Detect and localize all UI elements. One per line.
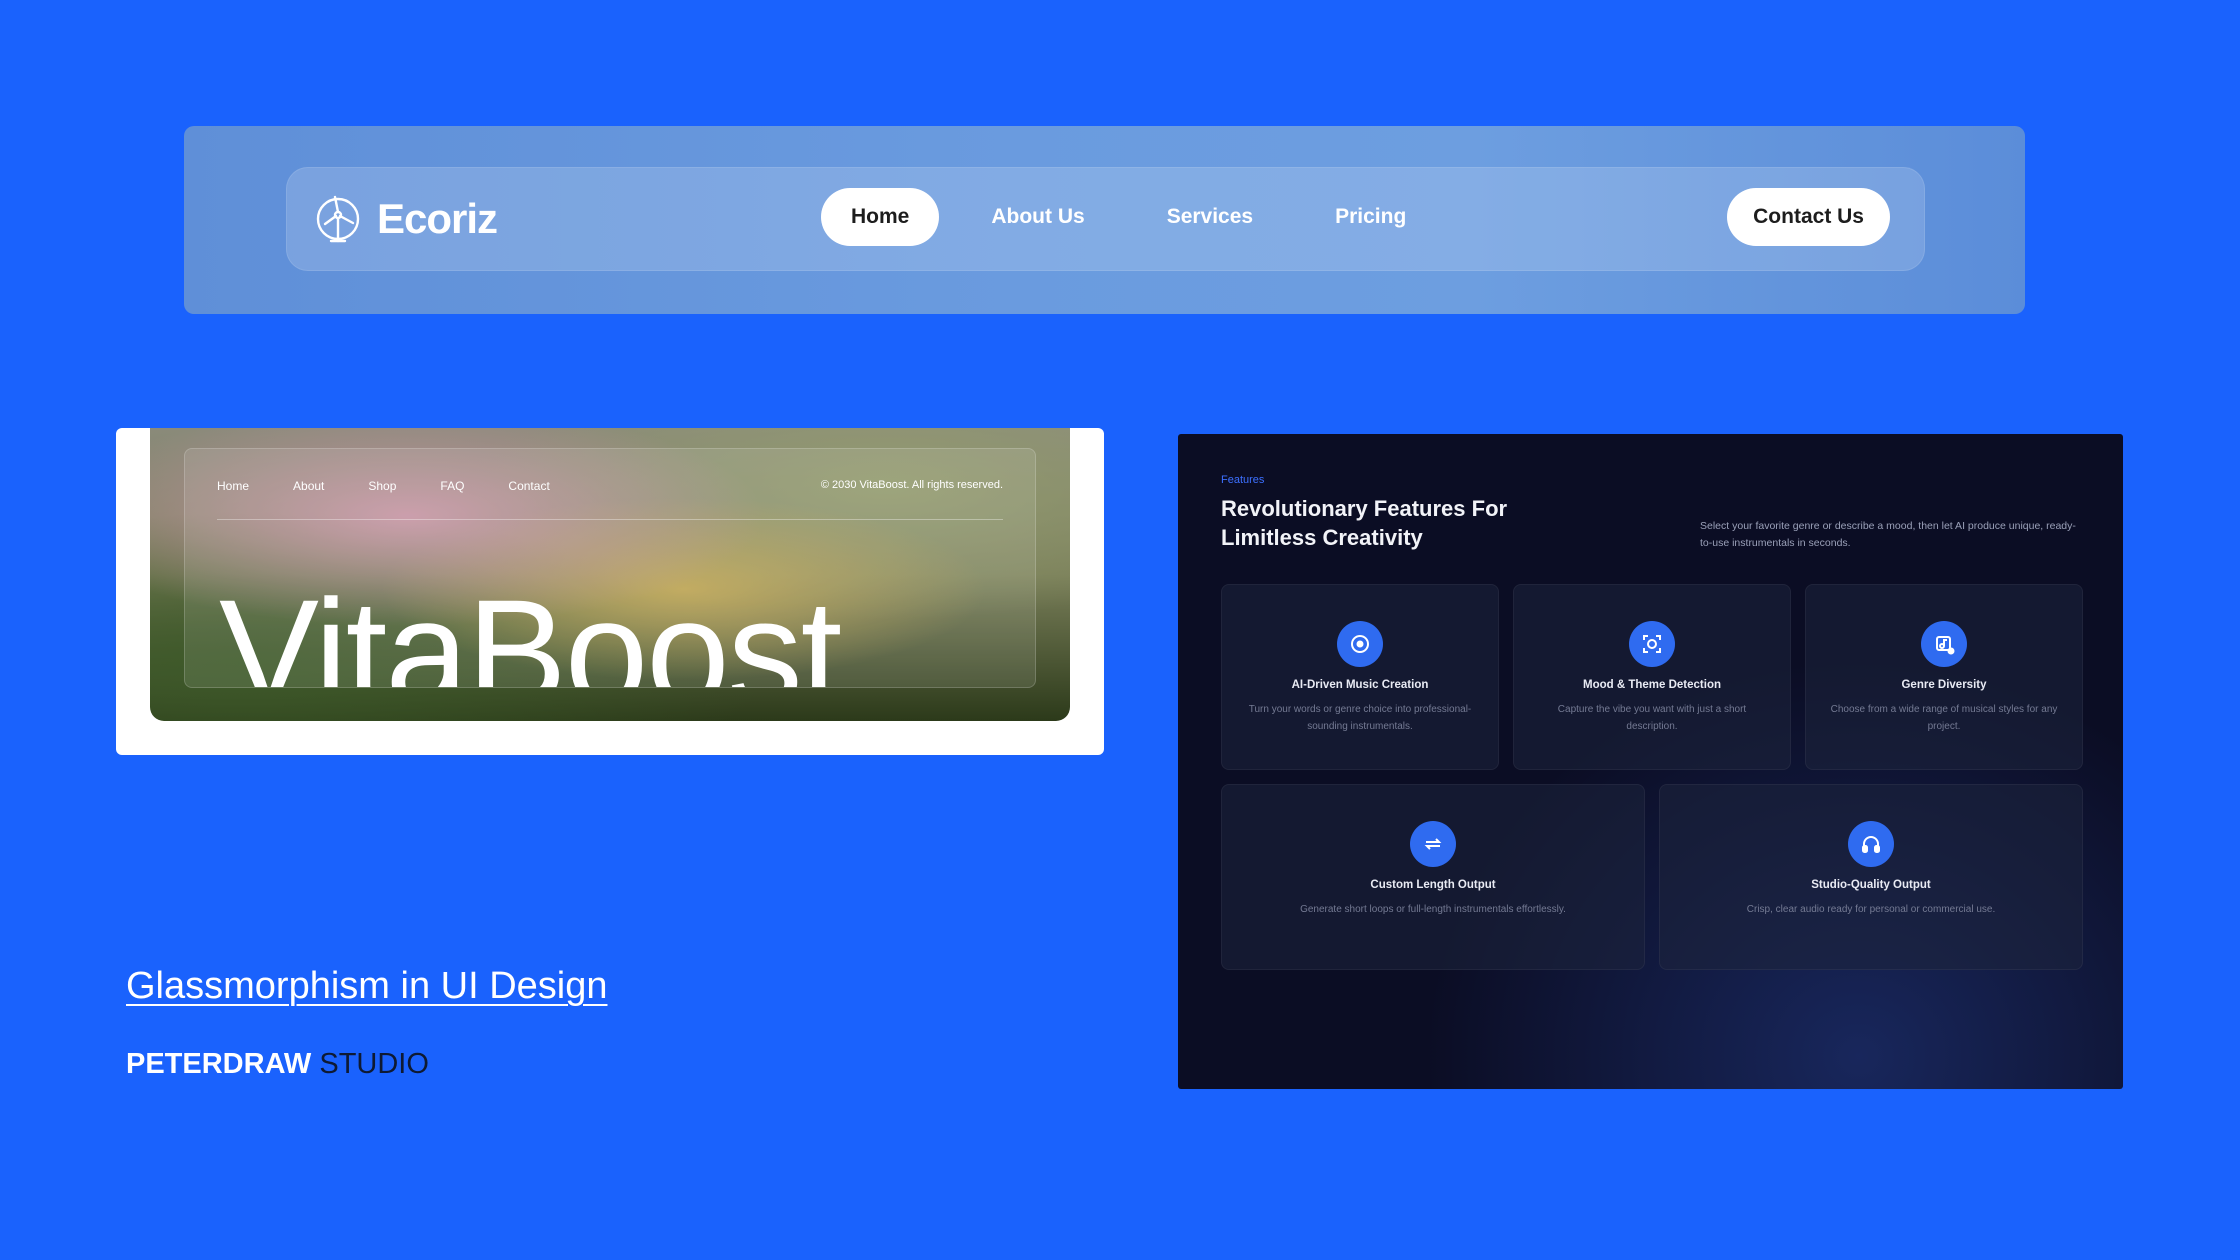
music-library-icon <box>1921 621 1967 667</box>
feature-title: Mood & Theme Detection <box>1582 679 1721 691</box>
features-description: Select your favorite genre or describe a… <box>1700 520 2076 549</box>
feature-description: Turn your words or genre choice into pro… <box>1248 704 1472 732</box>
nav-link-about-us[interactable]: About Us <box>961 188 1114 246</box>
vitaboost-hero-image: Home About Shop FAQ Contact © 2030 VitaB… <box>150 428 1070 721</box>
feature-description: Crisp, clear audio ready for personal or… <box>1746 904 1996 915</box>
feature-description: Generate short loops or full-length inst… <box>1300 904 1566 915</box>
features-title: Revolutionary Features For Limitless Cre… <box>1221 496 1508 550</box>
vitaboost-nav-contact[interactable]: Contact <box>508 479 549 493</box>
vitaboost-nav-shop[interactable]: Shop <box>368 479 396 493</box>
studio-name: PETERDRAW <box>126 1048 312 1080</box>
vitaboost-copyright: © 2030 VitaBoost. All rights reserved. <box>820 479 1003 491</box>
vitaboost-title: VitaBoost <box>219 568 842 688</box>
brand[interactable]: Ecoriz <box>313 193 498 245</box>
nav-link-pricing[interactable]: Pricing <box>1305 188 1436 246</box>
vitaboost-nav-faq[interactable]: FAQ <box>440 479 464 493</box>
ecoriz-navbar-preview: Ecoriz Home About Us Services Pricing Co… <box>184 126 2025 314</box>
features-eyebrow: Features <box>1221 474 1265 486</box>
navbar: Ecoriz Home About Us Services Pricing Co… <box>286 167 1925 271</box>
vitaboost-nav: Home About Shop FAQ Contact <box>217 479 594 493</box>
vitaboost-glass-panel: Home About Shop FAQ Contact © 2030 VitaB… <box>184 448 1036 688</box>
feature-card[interactable]: Studio-Quality Output Crisp, clear audio… <box>1659 784 2083 970</box>
feature-title: Studio-Quality Output <box>1811 879 1931 891</box>
feature-title: AI-Driven Music Creation <box>1291 679 1429 691</box>
nav-links: Home About Us Services Pricing <box>821 188 1458 246</box>
vitaboost-nav-about[interactable]: About <box>293 479 324 493</box>
feature-title: Custom Length Output <box>1370 879 1496 891</box>
contact-us-button[interactable]: Contact Us <box>1727 188 1890 246</box>
wind-turbine-icon <box>316 195 360 243</box>
scan-face-icon <box>1629 621 1675 667</box>
brand-name: Ecoriz <box>377 195 498 242</box>
divider <box>217 519 1003 520</box>
nav-link-services[interactable]: Services <box>1137 188 1283 246</box>
feature-card[interactable]: AI-Driven Music Creation Turn your words… <box>1221 584 1499 770</box>
disc-icon <box>1337 621 1383 667</box>
feature-description: Choose from a wide range of musical styl… <box>1830 704 2058 732</box>
vitaboost-preview: Home About Shop FAQ Contact © 2030 VitaB… <box>116 428 1104 755</box>
feature-title: Genre Diversity <box>1901 679 1987 691</box>
vitaboost-nav-home[interactable]: Home <box>217 479 249 493</box>
nav-link-home[interactable]: Home <box>821 188 940 246</box>
headline-link[interactable]: Glassmorphism in UI Design <box>126 965 607 1008</box>
repeat-icon <box>1410 821 1456 867</box>
studio-credit: PETERDRAW STUDIO <box>126 1048 429 1081</box>
studio-label: STUDIO <box>319 1048 429 1080</box>
feature-card[interactable]: Genre Diversity Choose from a wide range… <box>1805 584 2083 770</box>
feature-card[interactable]: Mood & Theme Detection Capture the vibe … <box>1513 584 1791 770</box>
headphones-icon <box>1848 821 1894 867</box>
feature-card[interactable]: Custom Length Output Generate short loop… <box>1221 784 1645 970</box>
features-preview: Features Revolutionary Features For Limi… <box>1178 434 2123 1089</box>
feature-description: Capture the vibe you want with just a sh… <box>1557 704 1747 732</box>
